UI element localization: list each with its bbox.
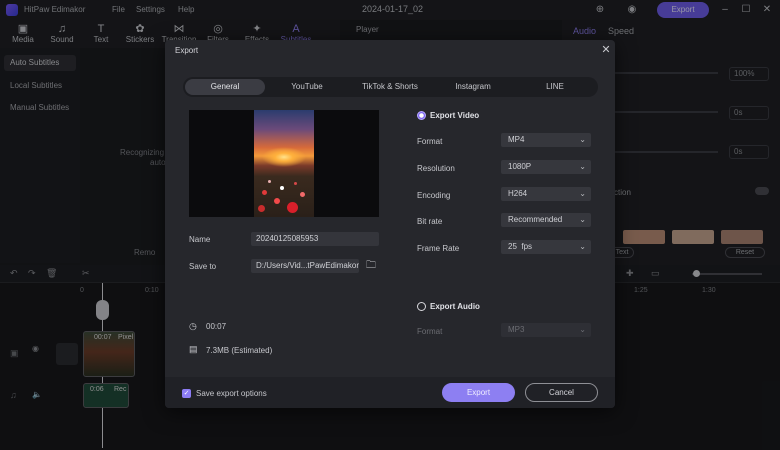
flower	[268, 180, 271, 183]
format-label: Format	[417, 137, 443, 146]
save-to-path-input[interactable]: D:/Users/Vid...tPawEdimakor	[251, 259, 359, 273]
flower	[294, 182, 297, 185]
frame-rate-select[interactable]: 25 fps ⌄	[501, 240, 591, 254]
chevron-down-icon: ⌄	[579, 162, 586, 171]
audio-format-label: Format	[417, 327, 443, 336]
encoding-label: Encoding	[417, 191, 451, 200]
audio-format-value: MP3	[508, 325, 525, 334]
format-value: MP4	[508, 135, 525, 144]
flower	[280, 186, 284, 190]
export-video-label: Export Video	[430, 111, 480, 120]
export-button[interactable]: Export	[442, 383, 515, 402]
tab-youtube[interactable]: YouTube	[267, 79, 347, 95]
chevron-down-icon: ⌄	[579, 135, 586, 144]
folder-icon[interactable]: 🗀	[366, 258, 376, 275]
tab-general[interactable]: General	[185, 79, 265, 95]
encoding-select[interactable]: H264 ⌄	[501, 187, 591, 201]
bit-rate-value: Recommended	[508, 215, 563, 224]
dialog-title: Export	[175, 46, 199, 55]
clock-icon: ◷	[189, 321, 197, 331]
preview-thumbnail	[254, 110, 314, 217]
export-dialog: Export ✕ General YouTube TikTok & Shorts…	[165, 40, 615, 408]
export-audio-label: Export Audio	[430, 302, 480, 311]
frame-rate-value: 25 fps	[508, 242, 533, 251]
save-options-checkbox[interactable]: ✓	[182, 389, 191, 398]
flower	[287, 202, 298, 213]
cancel-button[interactable]: Cancel	[525, 383, 598, 402]
flower	[258, 205, 265, 212]
chevron-down-icon: ⌄	[579, 215, 586, 224]
video-preview	[189, 110, 379, 217]
bit-rate-label: Bit rate	[417, 217, 443, 226]
file-size-value: 7.3MB (Estimated)	[206, 346, 273, 355]
name-label: Name	[189, 235, 211, 244]
export-video-radio[interactable]	[417, 111, 426, 120]
save-to-label: Save to	[189, 262, 217, 271]
name-input[interactable]: 20240125085953	[251, 232, 379, 246]
tab-tiktok-shorts[interactable]: TikTok & Shorts	[349, 79, 431, 95]
resolution-select[interactable]: 1080P ⌄	[501, 160, 591, 174]
export-tabs: General YouTube TikTok & Shorts Instagra…	[183, 77, 598, 97]
flower	[274, 198, 280, 204]
file-size-icon: ▤	[189, 344, 198, 354]
bit-rate-select[interactable]: Recommended ⌄	[501, 213, 591, 227]
encoding-value: H264	[508, 189, 528, 198]
tab-line[interactable]: LINE	[515, 79, 595, 95]
chevron-down-icon: ⌄	[579, 325, 586, 334]
format-select[interactable]: MP4 ⌄	[501, 133, 591, 147]
export-audio-radio[interactable]	[417, 302, 426, 311]
duration-value: 00:07	[206, 322, 227, 331]
resolution-value: 1080P	[508, 162, 532, 171]
audio-format-select[interactable]: MP3 ⌄	[501, 323, 591, 337]
chevron-down-icon: ⌄	[579, 189, 586, 198]
chevron-down-icon: ⌄	[579, 242, 586, 251]
tab-instagram[interactable]: Instagram	[433, 79, 513, 95]
frame-rate-label: Frame Rate	[417, 244, 460, 253]
dialog-close-icon[interactable]: ✕	[600, 43, 612, 56]
flower	[262, 190, 267, 195]
flower	[300, 192, 305, 197]
save-options-label[interactable]: Save export options	[196, 389, 267, 398]
resolution-label: Resolution	[417, 164, 455, 173]
dialog-footer: ✓ Save export options Export Cancel	[165, 377, 615, 408]
